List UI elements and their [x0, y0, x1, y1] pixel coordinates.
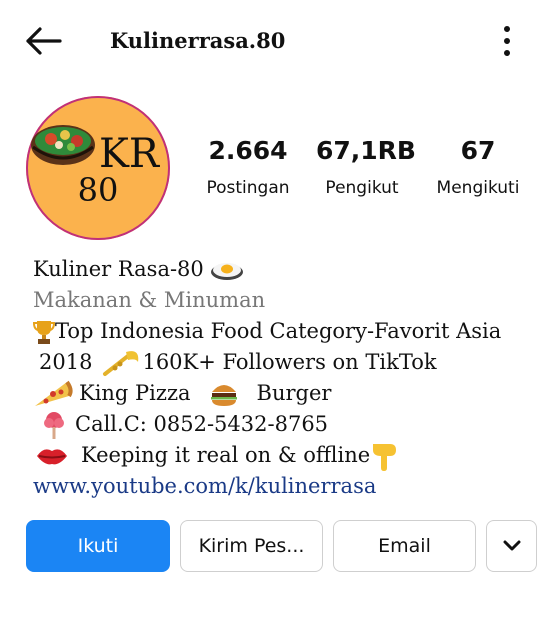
bio-line-contact: Call.C: 0852-5432-8765: [33, 409, 533, 440]
bio-line-award: Top Indonesia Food Category-Favorit Asia: [33, 316, 533, 347]
cotton-candy-icon: [44, 411, 64, 439]
bio-line-menu: King Pizza Burger: [33, 378, 533, 409]
bio-category: Makanan & Minuman: [33, 287, 266, 312]
chevron-down-icon: [503, 540, 520, 551]
trumpet-icon: [103, 350, 139, 376]
posts-count: 2.664: [208, 136, 288, 165]
bio-contact-phone: Call.C: 0852-5432-8765: [75, 411, 329, 436]
followers-stat[interactable]: 67,1RB Pengikut: [316, 136, 416, 200]
following-count: 67: [460, 136, 496, 165]
posts-label: Postingan: [206, 178, 290, 198]
lips-icon: [37, 448, 67, 464]
message-button[interactable]: Kirim Pes...: [180, 520, 323, 572]
email-button[interactable]: Email: [333, 520, 476, 572]
profile-avatar[interactable]: KR 80: [25, 95, 171, 241]
top-bar: Kulinerrasa.80: [0, 0, 556, 82]
more-options-button[interactable]: [496, 24, 518, 58]
bio-menu-burger: Burger: [256, 380, 332, 405]
bio-name-line: Kuliner Rasa-80: [33, 254, 533, 285]
bio-award-text: Top Indonesia Food Category-Favorit Asia: [55, 318, 502, 343]
follow-button[interactable]: Ikuti: [26, 520, 170, 572]
bio-year: 2018: [39, 349, 93, 374]
logo-text-80: 80: [78, 171, 119, 209]
bio-tagline: Keeping it real on & offline: [81, 442, 371, 467]
hamburger-icon: [210, 384, 237, 406]
bio-line-tiktok: 2018 160K+ Followers on TikTok: [33, 347, 533, 378]
more-vertical-icon: [504, 26, 510, 56]
fried-egg-icon: [210, 262, 243, 280]
bio-line-tagline: Keeping it real on & offline: [33, 440, 533, 471]
bio-name: Kuliner Rasa-80: [33, 256, 204, 281]
bio-website-link[interactable]: www.youtube.com/k/kulinerrasa: [33, 471, 533, 502]
following-label: Mengikuti: [436, 178, 520, 198]
back-button[interactable]: [24, 26, 62, 56]
profile-bio: Kuliner Rasa-80 Makanan & Minuman Top In…: [33, 254, 533, 502]
followers-count: 67,1RB: [316, 136, 416, 165]
arrow-left-icon: [26, 27, 62, 55]
followers-label: Pengikut: [325, 178, 399, 198]
profile-username: Kulinerrasa.80: [110, 28, 286, 53]
bio-tiktok-text: 160K+ Followers on TikTok: [142, 349, 437, 374]
pointing-down-icon: [373, 443, 397, 471]
posts-stat[interactable]: 2.664 Postingan: [196, 136, 300, 200]
suggested-accounts-button[interactable]: [486, 520, 537, 572]
following-stat[interactable]: 67 Mengikuti: [426, 136, 530, 200]
trophy-icon: [33, 320, 55, 344]
food-bowl-logo-icon: [31, 125, 95, 165]
pizza-icon: [35, 380, 73, 406]
bio-menu-pizza: King Pizza: [79, 380, 191, 405]
